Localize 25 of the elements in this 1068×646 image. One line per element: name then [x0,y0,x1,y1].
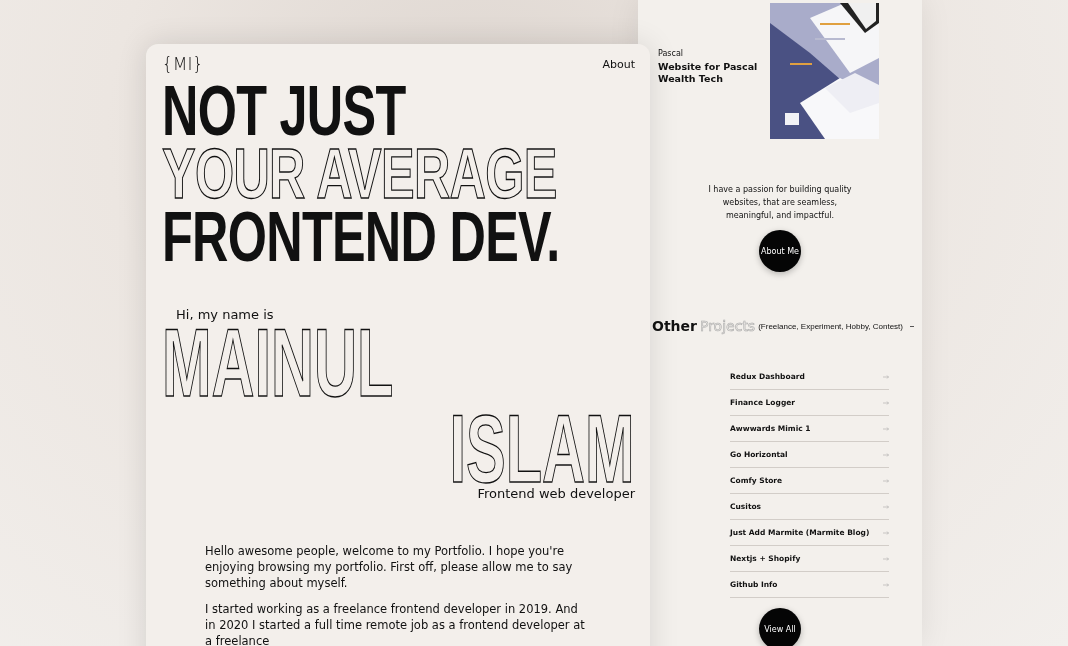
about-me-button[interactable]: About Me [759,230,801,272]
section-title: Other [652,318,697,334]
passion-text: I have a passion for building quality websites, that are seamless, meaningful, and impactful. [707,184,853,222]
arrow-icon [883,582,889,587]
arrow-icon [883,556,889,561]
headline-line: NOT JUST [162,80,406,143]
arrow-icon [883,530,889,535]
greeting-text: Hi, my name is [176,307,275,322]
intro-paragraph: Hello awesome people, welcome to my Portfolio. I hope you're enjoying browsing my portfolio. First off, please allow me to say something about myself. [205,543,574,591]
nav-link[interactable]: About [602,57,635,71]
view-all-button[interactable]: View All [759,608,801,646]
section-note: (Freelance, Experiment, Hobby, Contest) [758,321,903,331]
arrow-icon [883,400,889,405]
section-title-outline: Projects [699,318,756,334]
arrow-icon [883,426,889,431]
arrow-icon [883,452,889,457]
logo[interactable]: {MI} [162,54,204,74]
headline-line: FRONTEND DEV. [162,206,560,269]
arrow-icon [883,374,889,379]
arrow-icon [883,504,889,509]
headline-line: YOUR AVERAGE [162,143,557,206]
arrow-icon [883,478,889,483]
intro-paragraph: I started working as a freelance frontend developer in 2019. And in 2020 I started a full time remote job as a frontend developer at a freelance [205,601,585,646]
project-client: Pascal [658,49,685,58]
project-title: Website for Pascal Wealth Tech [658,61,759,85]
